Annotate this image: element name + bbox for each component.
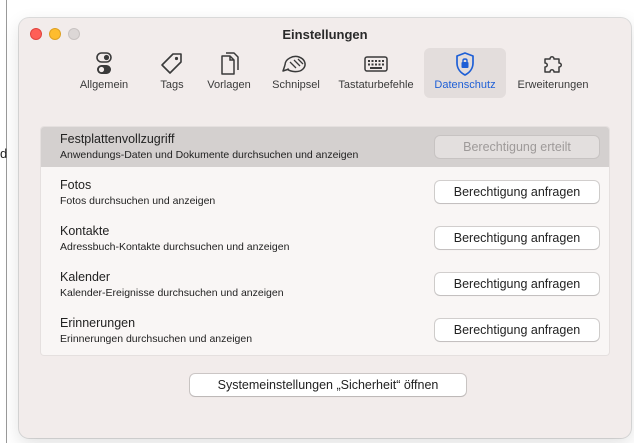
request-permission-button[interactable]: Berechtigung anfragen (435, 227, 599, 249)
window-title: Einstellungen (282, 27, 368, 42)
permission-row-kalender: Kalender Kalender-Ereignisse durchsuchen… (41, 265, 609, 307)
tab-erweiterungen[interactable]: Erweiterungen (510, 48, 596, 98)
open-security-settings-button[interactable]: Systemeinstellungen „Sicherheit“ öffnen (190, 374, 466, 396)
tab-label: Allgemein (79, 79, 129, 91)
tab-vorlagen[interactable]: Vorlagen (202, 48, 256, 98)
permission-row-kontakte: Kontakte Adressbuch-Kontakte durchsuchen… (41, 219, 609, 261)
puzzle-icon (510, 51, 596, 79)
documents-icon (202, 51, 256, 79)
background-window-edge (6, 0, 7, 443)
permission-title: Fotos (60, 178, 92, 192)
permission-description: Anwendungs-Daten und Dokumente durchsuch… (60, 149, 359, 161)
preferences-toolbar: Allgemein Tags Vorlagen Schnipsel Tastat… (19, 48, 631, 100)
tab-schnipsel[interactable]: Schnipsel (266, 48, 326, 98)
request-permission-button[interactable]: Berechtigung anfragen (435, 181, 599, 203)
tab-label: Tags (160, 79, 184, 91)
permission-row-erinnerungen: Erinnerungen Erinnerungen durchsuchen un… (41, 311, 609, 353)
permission-description: Erinnerungen durchsuchen und anzeigen (60, 333, 253, 345)
permission-title: Kalender (60, 270, 111, 284)
tab-datenschutz[interactable]: Datenschutz (424, 48, 506, 98)
tab-label: Tastaturbefehle (338, 79, 414, 91)
permission-description: Kalender-Ereignisse durchsuchen und anze… (60, 287, 284, 299)
permission-row-festplattenvollzugriff: Festplattenvollzugriff Anwendungs-Daten … (41, 127, 609, 167)
permission-row-fotos: Fotos Fotos durchsuchen und anzeigen Ber… (41, 173, 609, 215)
permission-granted-button: Berechtigung erteilt (435, 136, 599, 158)
settings-window: Einstellungen Allgemein Tags Vorlagen Sc… (19, 18, 631, 438)
permission-title: Erinnerungen (60, 316, 136, 330)
lock-shield-icon (424, 51, 506, 79)
permission-description: Fotos durchsuchen und anzeigen (60, 195, 216, 207)
request-permission-button[interactable]: Berechtigung anfragen (435, 319, 599, 341)
tab-tags[interactable]: Tags (154, 48, 190, 98)
keyboard-icon (333, 51, 419, 79)
permission-title: Kontakte (60, 224, 110, 238)
snippet-icon (266, 51, 326, 79)
tab-label: Vorlagen (207, 79, 251, 91)
permission-title: Festplattenvollzugriff (60, 132, 175, 146)
permissions-list: Festplattenvollzugriff Anwendungs-Daten … (41, 127, 609, 355)
tab-label: Datenschutz (434, 79, 496, 91)
tab-label: Erweiterungen (517, 79, 589, 91)
background-partial-text: d (0, 146, 8, 161)
tab-label: Schnipsel (272, 79, 320, 91)
tab-tastaturbefehle[interactable]: Tastaturbefehle (333, 48, 419, 98)
switches-icon (71, 51, 137, 79)
tag-icon (154, 51, 190, 79)
request-permission-button[interactable]: Berechtigung anfragen (435, 273, 599, 295)
permission-description: Adressbuch-Kontakte durchsuchen und anze… (60, 241, 290, 253)
tab-allgemein[interactable]: Allgemein (71, 48, 137, 98)
